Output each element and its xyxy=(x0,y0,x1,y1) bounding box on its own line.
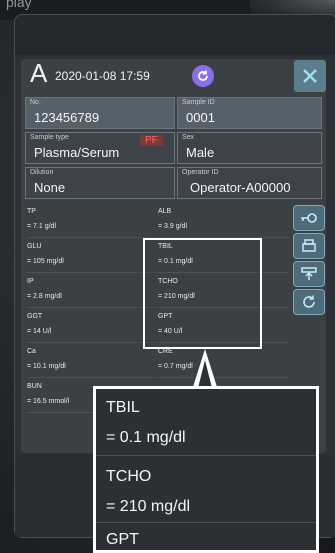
field-no-label: No. xyxy=(30,99,41,106)
field-operator-label: Operator ID xyxy=(182,169,219,176)
analyzer-symbol: A xyxy=(30,58,48,88)
result-value: = 0.7 mg/dl xyxy=(158,363,193,370)
field-no[interactable]: No. 123456789 xyxy=(25,97,175,129)
title-bar: A 2020-01-08 17:59 xyxy=(21,58,326,95)
field-sample-id-label: Sample ID xyxy=(182,99,215,106)
zoom-line-tcho-value: = 210 mg/dl xyxy=(106,498,191,515)
datetime-label: 2020-01-08 17:59 xyxy=(55,69,150,83)
background-text: play xyxy=(6,0,32,10)
print-icon xyxy=(302,239,316,252)
result-value: = 7.1 g/dl xyxy=(27,223,56,230)
zoom-line-tbil: TBIL xyxy=(106,399,140,416)
zoom-line-tbil-value: = 0.1 mg/dl xyxy=(106,429,186,446)
field-sex[interactable]: Sex Male xyxy=(177,132,322,164)
rotate-button[interactable] xyxy=(293,289,325,315)
row-sampletype-sex: Sample type PF Plasma/Serum Sex Male xyxy=(25,132,322,164)
zoom-divider xyxy=(96,522,316,523)
close-icon xyxy=(303,69,317,83)
result-name: IP xyxy=(27,278,34,285)
field-sample-type-value: Plasma/Serum xyxy=(34,145,120,160)
rotate-icon xyxy=(303,295,315,308)
callout-pointer-inner xyxy=(198,360,212,388)
zoom-line-gpt: GPT xyxy=(106,531,139,548)
result-value: = 16.5 mmol/l xyxy=(27,398,70,405)
refresh-icon xyxy=(198,70,208,81)
pf-badge: PF xyxy=(140,135,163,146)
upload-icon xyxy=(301,267,317,280)
result-name: BUN xyxy=(27,383,42,390)
field-sample-id-value: 0001 xyxy=(186,110,215,125)
device-header xyxy=(15,15,335,55)
result-value: = 105 mg/dl xyxy=(27,258,64,265)
result-name: GGT xyxy=(27,313,43,320)
result-item: GLU = 105 mg/dl xyxy=(27,240,157,273)
result-value: = 10.1 mg/dl xyxy=(27,363,66,370)
result-item: ALB = 3.9 g/dl xyxy=(158,205,288,238)
result-value: = 3.9 g/dl xyxy=(158,223,187,230)
field-dilution[interactable]: Dilution None xyxy=(25,167,175,199)
result-name: GLU xyxy=(27,243,42,250)
result-item: CRE = 0.7 mg/dl xyxy=(158,345,288,378)
field-dilution-label: Dilution xyxy=(30,169,54,176)
field-sex-value: Male xyxy=(186,145,215,160)
result-item: GGT = 14 U/l xyxy=(27,310,157,343)
field-sex-label: Sex xyxy=(182,134,195,141)
result-name: Ca xyxy=(27,348,36,355)
result-item: Ca = 10.1 mg/dl xyxy=(27,345,157,378)
field-sample-id[interactable]: Sample ID 0001 xyxy=(177,97,322,129)
result-value: = 14 U/l xyxy=(27,328,52,335)
result-name: ALB xyxy=(158,208,172,215)
print-button[interactable] xyxy=(293,233,325,259)
key-icon xyxy=(301,213,317,223)
row-no-sampleid: No. 123456789 Sample ID 0001 xyxy=(25,97,322,129)
result-name: CRE xyxy=(158,348,173,355)
field-no-value: 123456789 xyxy=(34,110,100,125)
result-value: = 2.8 mg/dl xyxy=(27,293,62,300)
key-button[interactable] xyxy=(293,205,325,231)
field-operator-value: Operator-A00000 xyxy=(190,180,291,195)
row-dilution-operator: Dilution None Operator ID Operator-A0000… xyxy=(25,167,322,199)
refresh-button[interactable] xyxy=(192,65,214,87)
zoom-line-tcho: TCHO xyxy=(106,468,152,485)
result-item: TP = 7.1 g/dl xyxy=(27,205,157,238)
zoom-divider xyxy=(96,455,316,456)
zoom-callout: TBIL = 0.1 mg/dl TCHO = 210 mg/dl GPT xyxy=(93,386,319,553)
result-name: TP xyxy=(27,208,36,215)
upload-button[interactable] xyxy=(293,261,325,287)
field-sample-type-label: Sample type xyxy=(30,134,69,141)
close-button[interactable] xyxy=(294,60,326,92)
field-operator[interactable]: Operator ID Operator-A00000 xyxy=(177,167,322,199)
result-item: IP = 2.8 mg/dl xyxy=(27,275,157,308)
field-dilution-value: None xyxy=(34,180,66,195)
highlight-box xyxy=(143,238,262,349)
field-sample-type[interactable]: Sample type PF Plasma/Serum xyxy=(25,132,175,164)
